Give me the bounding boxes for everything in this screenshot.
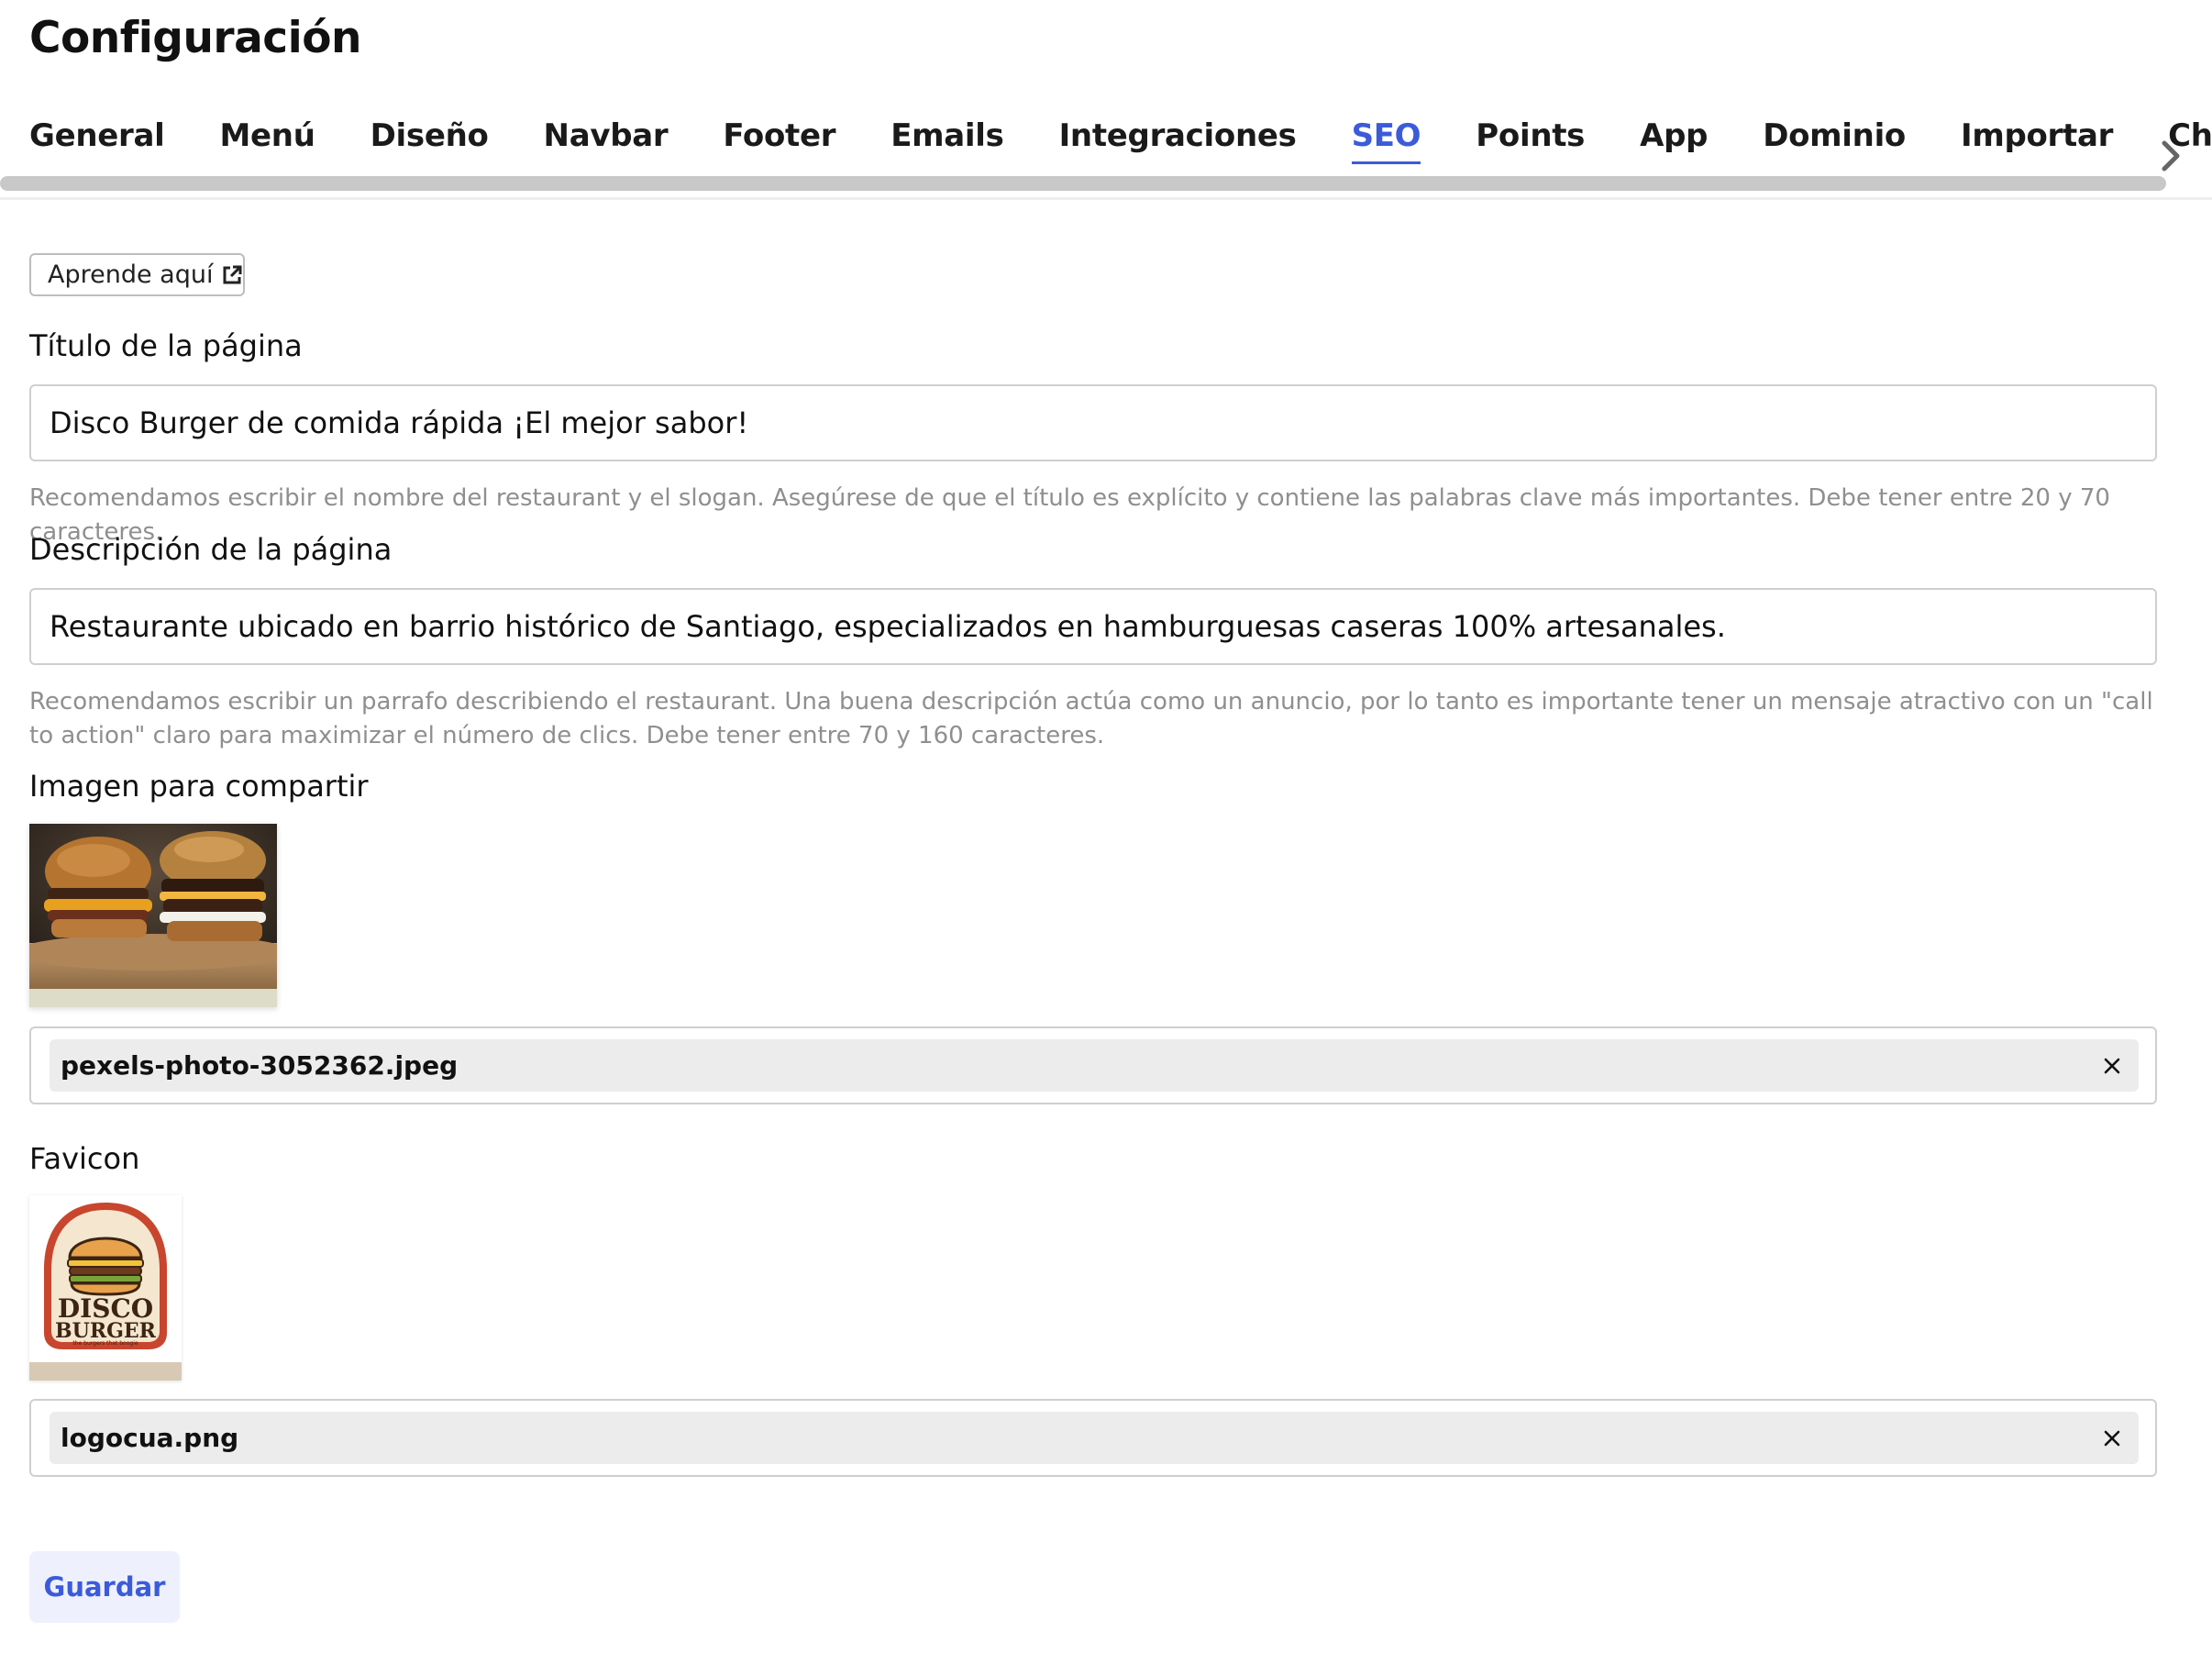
share-image-preview xyxy=(16,824,291,1007)
favicon-filename: logocua.png xyxy=(61,1423,239,1453)
tab-menu[interactable]: Menú xyxy=(220,117,315,161)
learn-here-label: Aprende aquí xyxy=(48,261,214,289)
page-description-input[interactable]: Restaurante ubicado en barrio histórico … xyxy=(29,588,2157,665)
favicon-preview: DISCO BURGER the burgers that boogie xyxy=(29,1195,182,1381)
favicon-file-chip: logocua.png xyxy=(50,1412,2139,1464)
favicon-label: Favicon xyxy=(29,1141,140,1176)
close-icon[interactable] xyxy=(2098,1425,2126,1452)
learn-here-button[interactable]: Aprende aquí xyxy=(29,253,245,296)
close-icon[interactable] xyxy=(2098,1052,2126,1080)
page-title: Configuración xyxy=(29,13,362,63)
share-image-label: Imagen para compartir xyxy=(29,769,369,804)
favicon-file-field: logocua.png xyxy=(29,1399,2157,1477)
tab-general[interactable]: General xyxy=(29,117,165,161)
save-button[interactable]: Guardar xyxy=(29,1551,180,1623)
tab-import[interactable]: Importar xyxy=(1961,117,2113,161)
page-title-label: Título de la página xyxy=(29,328,303,363)
tab-integrations[interactable]: Integraciones xyxy=(1059,117,1297,161)
settings-page: Configuración General Menú Diseño Navbar… xyxy=(0,0,2212,1653)
page-description-label: Descripción de la página xyxy=(29,532,393,567)
tab-app[interactable]: App xyxy=(1640,117,1708,161)
page-title-input[interactable]: Disco Burger de comida rápida ¡El mejor … xyxy=(29,384,2157,461)
page-description-value: Restaurante ubicado en barrio histórico … xyxy=(50,609,1726,644)
chevron-right-icon[interactable] xyxy=(2155,138,2186,174)
tab-seo[interactable]: SEO xyxy=(1351,117,1421,164)
page-title-value: Disco Burger de comida rápida ¡El mejor … xyxy=(50,405,749,440)
tab-points[interactable]: Points xyxy=(1476,117,1585,161)
tab-list: General Menú Diseño Navbar Footer Emails… xyxy=(29,117,2212,172)
share-image-filename: pexels-photo-3052362.jpeg xyxy=(61,1050,459,1081)
external-link-icon xyxy=(222,265,242,285)
tab-emails[interactable]: Emails xyxy=(890,117,1004,161)
favicon-logo-tagline: the burgers that boogie xyxy=(72,1340,138,1347)
tabs-scrollbar[interactable] xyxy=(0,176,2166,191)
page-description-help: Recomendamos escribir un parrafo describ… xyxy=(29,688,2153,749)
tab-footer[interactable]: Footer xyxy=(723,117,835,161)
tab-navbar[interactable]: Navbar xyxy=(544,117,669,161)
tab-design[interactable]: Diseño xyxy=(371,117,489,161)
tab-domain[interactable]: Dominio xyxy=(1763,117,1906,161)
tab-bar: General Menú Diseño Navbar Footer Emails… xyxy=(0,117,2212,200)
share-image-file-chip: pexels-photo-3052362.jpeg xyxy=(50,1039,2139,1092)
share-image-file-field: pexels-photo-3052362.jpeg xyxy=(29,1026,2157,1104)
